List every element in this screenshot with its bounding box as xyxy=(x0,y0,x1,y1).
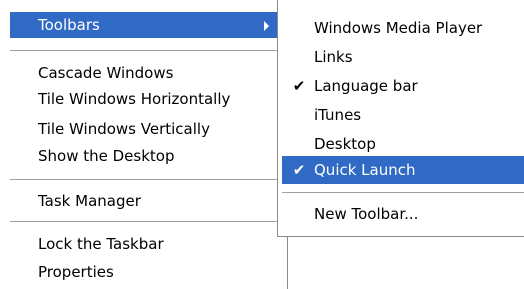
submenu-item-windows-media-player[interactable]: Windows Media Player xyxy=(282,14,524,42)
menu-item-label: Tile Windows Horizontally xyxy=(38,90,231,108)
menu-separator xyxy=(282,192,524,193)
menu-item-tile-vertically[interactable]: Tile Windows Vertically xyxy=(10,116,210,142)
menu-item-label: Cascade Windows xyxy=(38,64,174,82)
menu-item-properties[interactable]: Properties xyxy=(10,259,114,285)
toolbars-submenu: Windows Media Player Links ✔ Language ba… xyxy=(277,0,524,237)
menu-item-label: Task Manager xyxy=(38,192,141,210)
checkmark-icon: ✔ xyxy=(292,77,306,95)
submenu-item-language-bar[interactable]: ✔ Language bar xyxy=(282,72,524,100)
menu-item-toolbars[interactable]: Toolbars xyxy=(10,12,278,38)
menu-item-show-desktop[interactable]: Show the Desktop xyxy=(10,143,175,169)
menu-separator xyxy=(10,179,278,180)
taskbar-context-menu: Toolbars Cascade Windows Tile Windows Ho… xyxy=(0,0,288,289)
menu-item-lock-taskbar[interactable]: Lock the Taskbar xyxy=(10,231,164,257)
submenu-item-label: Language bar xyxy=(314,77,418,95)
menu-separator xyxy=(10,50,278,51)
submenu-item-label: New Toolbar... xyxy=(314,205,419,223)
submenu-item-desktop[interactable]: Desktop xyxy=(282,130,524,158)
submenu-item-label: Windows Media Player xyxy=(314,19,483,37)
checkmark-icon: ✔ xyxy=(292,161,306,179)
menu-item-label: Toolbars xyxy=(38,16,100,34)
submenu-item-label: Quick Launch xyxy=(314,161,416,179)
screen: Toolbars Cascade Windows Tile Windows Ho… xyxy=(0,0,524,289)
menu-item-cascade-windows[interactable]: Cascade Windows xyxy=(10,60,173,86)
submenu-item-quick-launch[interactable]: ✔ Quick Launch xyxy=(282,156,524,184)
menu-item-label: Properties xyxy=(38,263,114,281)
menu-item-task-manager[interactable]: Task Manager xyxy=(10,188,141,214)
menu-item-label: Lock the Taskbar xyxy=(38,235,164,253)
submenu-item-new-toolbar[interactable]: New Toolbar... xyxy=(282,200,524,228)
submenu-item-itunes[interactable]: iTunes xyxy=(282,101,524,129)
submenu-arrow-icon xyxy=(264,21,269,31)
menu-separator xyxy=(10,221,278,222)
menu-item-label: Show the Desktop xyxy=(38,147,175,165)
submenu-item-label: iTunes xyxy=(314,106,362,124)
submenu-item-label: Desktop xyxy=(314,135,376,153)
submenu-item-label: Links xyxy=(314,48,353,66)
menu-item-tile-horizontally[interactable]: Tile Windows Horizontally xyxy=(10,86,230,112)
menu-item-label: Tile Windows Vertically xyxy=(38,120,210,138)
submenu-item-links[interactable]: Links xyxy=(282,43,524,71)
